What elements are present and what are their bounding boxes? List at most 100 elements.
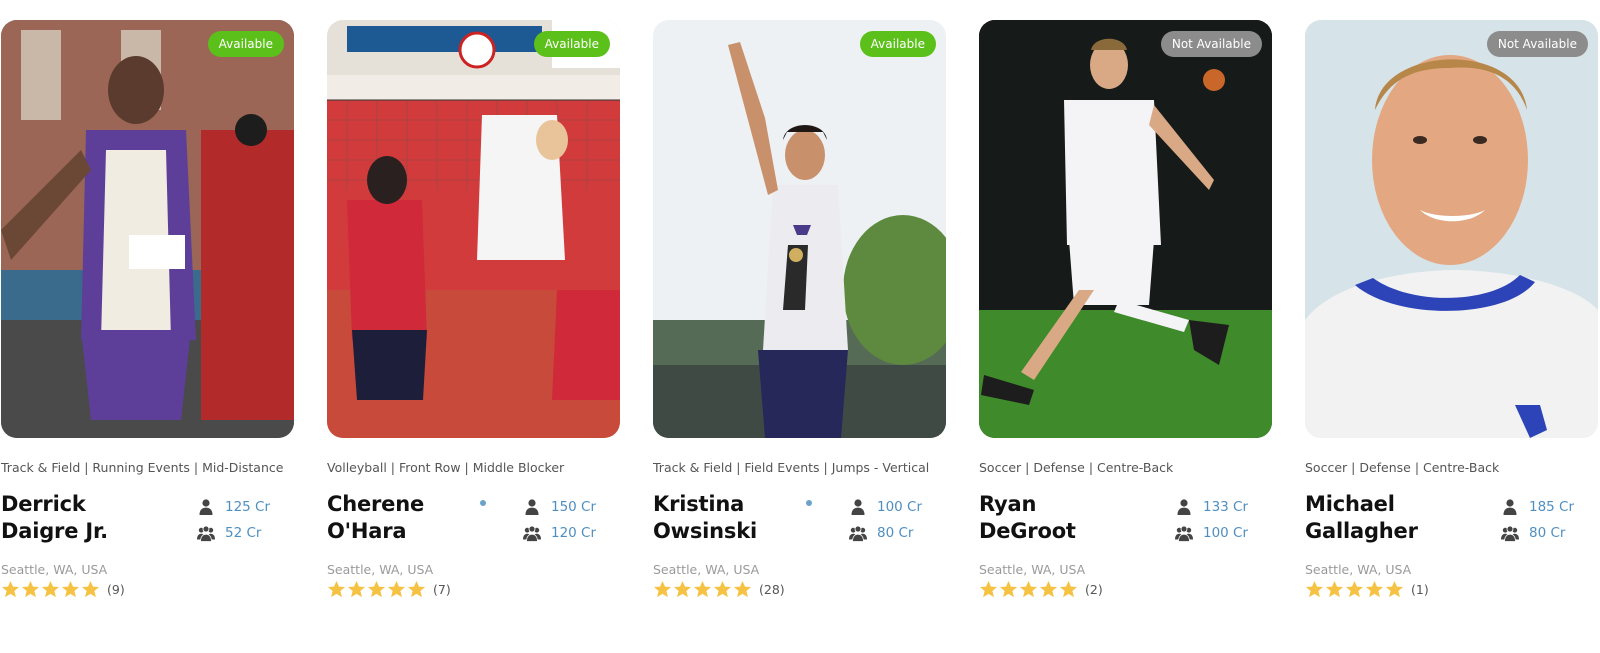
star-rating: (9)	[1, 577, 125, 601]
review-count: (2)	[1085, 581, 1103, 597]
athlete-first-name: Ryan	[979, 492, 1037, 516]
star-icon	[1345, 580, 1364, 599]
stars	[653, 580, 752, 599]
group-rate-value: 120 Cr	[551, 525, 597, 541]
athlete-card[interactable]: Available Track & Field | Field Events |…	[653, 20, 946, 620]
group-icon	[523, 524, 541, 542]
online-status-dot	[806, 500, 812, 506]
athlete-last-name: Gallagher	[1305, 519, 1418, 543]
sport-category: Soccer | Defense | Centre-Back	[1305, 460, 1500, 475]
single-rate-value: 150 Cr	[551, 499, 597, 515]
stars	[1, 580, 100, 599]
availability-badge: Not Available	[1160, 31, 1262, 57]
group-icon	[849, 524, 867, 542]
group-rate: 120 Cr	[523, 523, 596, 543]
person-icon	[197, 498, 215, 516]
group-rate-value: 80 Cr	[1529, 525, 1566, 541]
stars	[1305, 580, 1404, 599]
athlete-last-name: Owsinski	[653, 519, 757, 543]
single-rate: 185 Cr	[1501, 497, 1574, 517]
athlete-first-name: Derrick	[1, 492, 86, 516]
group-rate: 52 Cr	[197, 523, 261, 543]
star-icon	[1, 580, 20, 599]
athlete-card[interactable]: Not Available Soccer | Defense | Centre-…	[1305, 20, 1598, 620]
single-rate-value: 185 Cr	[1529, 499, 1575, 515]
athlete-photo[interactable]: Not Available	[1305, 20, 1598, 438]
athlete-photo[interactable]: Not Available	[979, 20, 1272, 438]
person-icon	[1175, 498, 1193, 516]
review-count: (7)	[433, 581, 451, 597]
single-rate: 125 Cr	[197, 497, 270, 517]
availability-badge: Not Available	[1486, 31, 1588, 57]
athlete-card-list: Available Track & Field | Running Events…	[1, 20, 1600, 640]
athlete-card[interactable]: Available Track & Field | Running Events…	[1, 20, 294, 620]
athlete-first-name: Kristina	[653, 492, 745, 516]
athlete-last-name: DeGroot	[979, 519, 1076, 543]
athlete-first-name: Cherene	[327, 492, 424, 516]
person-icon	[1501, 498, 1519, 516]
star-icon	[407, 580, 426, 599]
star-icon	[733, 580, 752, 599]
group-icon	[1175, 524, 1193, 542]
sport-category: Volleyball | Front Row | Middle Blocker	[327, 460, 565, 475]
star-icon	[673, 580, 692, 599]
star-icon	[21, 580, 40, 599]
athlete-name[interactable]: Cherene O'Hara	[327, 491, 497, 545]
single-rate-value: 125 Cr	[225, 499, 271, 515]
star-icon	[1365, 580, 1384, 599]
athlete-first-name: Michael	[1305, 492, 1395, 516]
athlete-name[interactable]: Kristina Owsinski	[653, 491, 823, 545]
star-icon	[693, 580, 712, 599]
review-count: (1)	[1411, 581, 1429, 597]
athlete-name[interactable]: Michael Gallagher	[1305, 491, 1475, 545]
group-rate-value: 100 Cr	[1203, 525, 1249, 541]
athlete-photo[interactable]: Available	[327, 20, 620, 438]
single-rate: 133 Cr	[1175, 497, 1248, 517]
star-icon	[1385, 580, 1404, 599]
athlete-photo[interactable]: Available	[1, 20, 294, 438]
availability-badge: Available	[533, 31, 610, 57]
star-icon	[1039, 580, 1058, 599]
availability-badge: Available	[859, 31, 936, 57]
star-icon	[1019, 580, 1038, 599]
athlete-location: Seattle, WA, USA	[979, 562, 1086, 577]
person-icon	[849, 498, 867, 516]
online-status-dot	[480, 500, 486, 506]
star-icon	[1305, 580, 1324, 599]
star-icon	[1325, 580, 1344, 599]
group-icon	[1501, 524, 1519, 542]
group-rate-value: 52 Cr	[225, 525, 262, 541]
athlete-photo[interactable]: Available	[653, 20, 946, 438]
star-rating: (2)	[979, 577, 1103, 601]
athlete-last-name: Daigre Jr.	[1, 519, 108, 543]
group-rate: 80 Cr	[849, 523, 913, 543]
single-rate: 150 Cr	[523, 497, 596, 517]
athlete-card[interactable]: Available Volleyball | Front Row | Middl…	[327, 20, 620, 620]
athlete-location: Seattle, WA, USA	[327, 562, 434, 577]
group-rate: 80 Cr	[1501, 523, 1565, 543]
star-icon	[653, 580, 672, 599]
single-rate-value: 133 Cr	[1203, 499, 1249, 515]
availability-badge: Available	[207, 31, 284, 57]
single-rate-value: 100 Cr	[877, 499, 923, 515]
star-icon	[1059, 580, 1078, 599]
group-rate-value: 80 Cr	[877, 525, 914, 541]
star-icon	[367, 580, 386, 599]
person-icon	[523, 498, 541, 516]
athlete-location: Seattle, WA, USA	[653, 562, 760, 577]
star-rating: (28)	[653, 577, 785, 601]
star-icon	[979, 580, 998, 599]
star-icon	[81, 580, 100, 599]
star-rating: (7)	[327, 577, 451, 601]
star-icon	[387, 580, 406, 599]
sport-category: Soccer | Defense | Centre-Back	[979, 460, 1174, 475]
star-icon	[327, 580, 346, 599]
review-count: (9)	[107, 581, 125, 597]
star-rating: (1)	[1305, 577, 1429, 601]
sport-category: Track & Field | Running Events | Mid-Dis…	[1, 460, 284, 475]
sport-category: Track & Field | Field Events | Jumps - V…	[653, 460, 930, 475]
stars	[979, 580, 1078, 599]
athlete-name[interactable]: Derrick Daigre Jr.	[1, 491, 171, 545]
athlete-card[interactable]: Not Available Soccer | Defense | Centre-…	[979, 20, 1272, 620]
athlete-name[interactable]: Ryan DeGroot	[979, 491, 1149, 545]
